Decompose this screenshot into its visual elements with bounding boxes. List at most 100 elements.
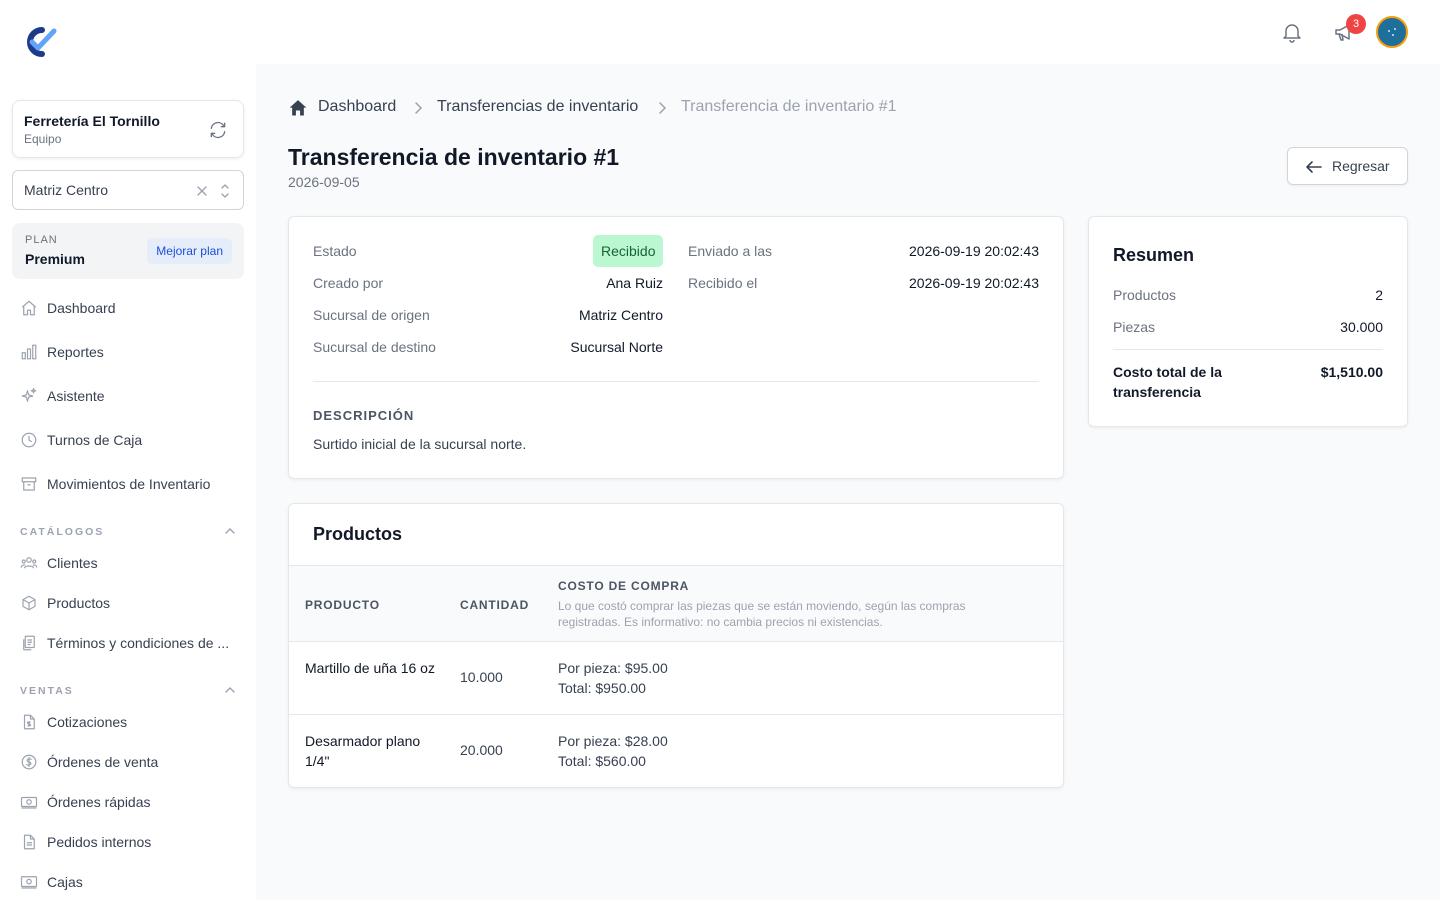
column-header-cantidad: CANTIDAD — [460, 598, 530, 612]
sidebar-item-pedidos-internos[interactable]: Pedidos internos — [12, 824, 244, 860]
divider — [313, 381, 1039, 382]
summary-card: Resumen Productos 2 Piezas 30.000 Costo … — [1088, 216, 1408, 427]
back-button-label: Regresar — [1332, 158, 1390, 174]
origen-label: Sucursal de origen — [313, 307, 430, 323]
sidebar-item-cajas[interactable]: Cajas — [12, 864, 244, 900]
sidebar-item-movimientos-de-inventario[interactable]: Movimientos de Inventario — [12, 466, 244, 502]
chevron-up-icon[interactable] — [224, 684, 236, 696]
sidebar-item-terminos[interactable]: Términos y condiciones de ... — [12, 625, 244, 661]
product-cost: Por pieza: $95.00 Total: $950.00 — [558, 658, 668, 698]
description-text: Surtido inicial de la sucursal norte. — [313, 436, 527, 452]
creado-label: Creado por — [313, 275, 384, 291]
sidebar-item-ordenes-de-venta[interactable]: Órdenes de venta — [12, 744, 244, 780]
product-cost-total: Total: $560.00 — [558, 753, 646, 769]
section-title-catalogos: CATÁLOGOS — [20, 526, 105, 538]
table-row: Martillo de uña 16 oz 10.000 Por pieza: … — [289, 642, 1063, 715]
page-title: Transferencia de inventario #1 — [288, 144, 620, 170]
sidebar-item-label: Órdenes rápidas — [47, 794, 151, 810]
upgrade-plan-button[interactable]: Mejorar plan — [147, 238, 232, 264]
summary-total-value: $1,510.00 — [1320, 364, 1383, 380]
breadcrumb-transferencias[interactable]: Transferencias de inventario — [437, 98, 638, 116]
refresh-icon[interactable] — [207, 120, 229, 140]
home-icon[interactable] — [288, 98, 308, 118]
product-cost-per-piece: Por pieza: $28.00 — [558, 733, 668, 749]
page-date: 2026-09-05 — [288, 174, 360, 190]
sidebar-item-label: Reportes — [47, 344, 104, 360]
transfer-details-card: Estado Recibido Creado por Ana Ruiz Sucu… — [288, 216, 1064, 479]
company-team-label: Equipo — [24, 132, 62, 146]
plan-box: PLAN Premium Mejorar plan — [12, 223, 244, 279]
app-logo[interactable] — [20, 26, 58, 58]
column-header-costo: COSTO DE COMPRA — [558, 579, 690, 593]
arrow-left-icon — [1305, 158, 1323, 176]
recibido-value: 2026-09-19 20:02:43 — [909, 275, 1039, 291]
summary-total-label-line2: transferencia — [1113, 384, 1201, 400]
sidebar-item-label: Asistente — [47, 388, 105, 404]
divider — [1113, 349, 1383, 350]
sidebar-item-label: Pedidos internos — [47, 834, 152, 850]
sidebar-item-clientes[interactable]: Clientes — [12, 545, 244, 581]
plan-label: PLAN — [25, 234, 58, 246]
summary-piezas-value: 30.000 — [1340, 319, 1383, 335]
sidebar-item-label: Turnos de Caja — [47, 432, 143, 448]
sidebar-item-label: Movimientos de Inventario — [47, 476, 211, 492]
home-icon — [20, 299, 38, 317]
destino-label: Sucursal de destino — [313, 339, 436, 355]
banknotes-icon — [20, 793, 38, 811]
bell-icon[interactable] — [1280, 20, 1304, 44]
breadcrumb-dashboard[interactable]: Dashboard — [318, 98, 396, 116]
chart-bar-icon — [20, 343, 38, 361]
document-duplicate-icon — [20, 634, 38, 652]
chevron-right-icon — [411, 101, 425, 115]
estado-label: Estado — [313, 243, 357, 259]
notification-badge: 3 — [1346, 14, 1366, 34]
sidebar-item-productos[interactable]: Productos — [12, 585, 244, 621]
chevron-up-icon[interactable] — [224, 525, 236, 537]
clear-icon[interactable] — [195, 184, 209, 198]
column-help-costo: Lo que costó comprar las piezas que se e… — [558, 599, 966, 629]
sidebar-item-label: Productos — [47, 595, 111, 611]
summary-productos-label: Productos — [1113, 287, 1177, 303]
document-dollar-icon — [20, 713, 38, 731]
sidebar-item-turnos-de-caja[interactable]: Turnos de Caja — [12, 422, 244, 458]
breadcrumb-current: Transferencia de inventario #1 — [681, 98, 897, 115]
cash-register-icon — [20, 873, 38, 891]
back-button[interactable]: Regresar — [1287, 147, 1408, 185]
sidebar-item-reportes[interactable]: Reportes — [12, 334, 244, 370]
description-title: DESCRIPCIÓN — [313, 408, 415, 423]
sidebar-item-label: Dashboard — [47, 300, 116, 316]
clock-icon — [20, 431, 38, 449]
company-switcher[interactable]: Ferretería El Tornillo Equipo — [12, 100, 244, 158]
sidebar-item-label: Cotizaciones — [47, 714, 128, 730]
product-name: Desarmador plano 1/4" — [305, 733, 421, 769]
product-qty: 10.000 — [460, 669, 503, 685]
branch-select[interactable]: Matriz Centro — [12, 170, 244, 210]
section-title-ventas: VENTAS — [20, 685, 74, 697]
product-qty: 20.000 — [460, 742, 503, 758]
products-title: Productos — [313, 524, 403, 544]
sparkles-icon — [20, 387, 38, 405]
sidebar-item-dashboard[interactable]: Dashboard — [12, 290, 244, 326]
company-name: Ferretería El Tornillo — [24, 113, 160, 129]
sidebar-item-label: Términos y condiciones de ... — [47, 635, 230, 651]
product-cost-per-piece: Por pieza: $95.00 — [558, 660, 668, 676]
sidebar-item-label: Cajas — [47, 874, 83, 890]
table-header: PRODUCTO CANTIDAD COSTO DE COMPRA Lo que… — [289, 565, 1063, 642]
chevron-right-icon — [655, 101, 669, 115]
document-icon — [20, 833, 38, 851]
avatar[interactable] — [1376, 16, 1408, 48]
column-header-producto: PRODUCTO — [305, 598, 380, 612]
users-icon — [20, 554, 38, 572]
sidebar: Ferretería El Tornillo Equipo Matriz Cen… — [0, 0, 256, 900]
chevron-up-down-icon[interactable] — [218, 182, 232, 200]
recibido-label: Recibido el — [688, 275, 758, 291]
sidebar-item-ordenes-rapidas[interactable]: Órdenes rápidas — [12, 784, 244, 820]
sidebar-item-label: Clientes — [47, 555, 98, 571]
sidebar-item-asistente[interactable]: Asistente — [12, 378, 244, 414]
plan-name: Premium — [25, 251, 85, 267]
sidebar-item-cotizaciones[interactable]: Cotizaciones — [12, 704, 244, 740]
summary-productos-value: 2 — [1375, 287, 1383, 303]
branch-select-value: Matriz Centro — [24, 182, 109, 198]
product-cost-total: Total: $950.00 — [558, 680, 646, 696]
enviado-value: 2026-09-19 20:02:43 — [909, 243, 1039, 259]
